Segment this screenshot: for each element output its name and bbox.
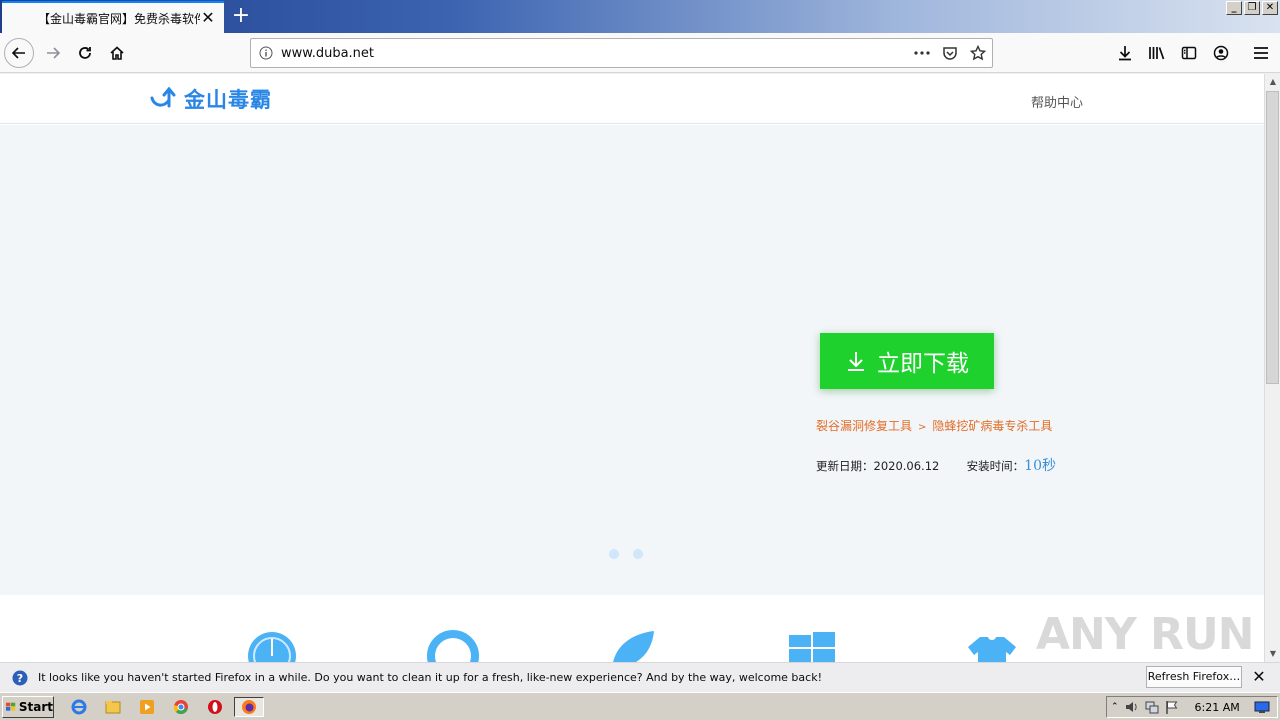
site-header: 金山毒霸 帮助中心 — [0, 74, 1264, 124]
window-controls: _ ❐ ✕ — [1226, 1, 1278, 15]
firefox-icon[interactable] — [234, 697, 264, 717]
minimize-button[interactable]: _ — [1226, 1, 1242, 15]
scroll-down-icon[interactable]: ▼ — [1265, 646, 1280, 662]
download-icon[interactable] — [1110, 38, 1140, 68]
url-bar[interactable]: www.duba.net — [250, 38, 993, 68]
update-label: 更新日期： — [816, 459, 874, 473]
start-label: Start — [18, 700, 53, 714]
vertical-scrollbar[interactable]: ▲ ▼ — [1264, 74, 1280, 662]
duba-logo-icon — [150, 86, 176, 108]
question-icon: ? — [12, 670, 28, 685]
update-date: 2020.06.12 — [873, 459, 940, 473]
shirt-icon — [968, 637, 1016, 662]
tab-strip: 【金山毒霸官网】免费杀毒软件|E ✕ + _ ❐ ✕ — [0, 0, 1280, 33]
browser-tab[interactable]: 【金山毒霸官网】免费杀毒软件|E ✕ — [2, 1, 224, 33]
radar-scan-icon — [248, 632, 296, 662]
tab-title: 【金山毒霸官网】免费杀毒软件|E — [38, 11, 200, 26]
notification-close-icon[interactable]: ✕ — [1250, 668, 1268, 686]
tool-sep: > — [918, 422, 927, 433]
tool-link-vuln-fix[interactable]: 裂谷漏洞修复工具 — [816, 419, 912, 433]
scroll-up-icon[interactable]: ▲ — [1265, 74, 1280, 90]
taskbar: Start ⌃ 6:21 AM — [0, 692, 1280, 720]
install-time: 10秒 — [1024, 458, 1056, 474]
windows-icon — [789, 632, 835, 662]
reload-icon — [79, 47, 91, 59]
tool-link-miner-kill[interactable]: 隐蜂挖矿病毒专杀工具 — [932, 419, 1052, 433]
network-icon[interactable] — [1145, 700, 1159, 714]
install-label: 安装时间： — [966, 459, 1025, 473]
home-icon — [110, 46, 124, 60]
refresh-notification-bar: ? It looks like you haven't started Fire… — [0, 662, 1280, 692]
more-icon[interactable] — [908, 41, 936, 65]
forward-arrow-icon — [47, 47, 61, 59]
explorer-icon[interactable] — [102, 697, 124, 717]
account-icon[interactable] — [1206, 38, 1236, 68]
release-meta: 更新日期：2020.06.12 安装时间：10秒 — [816, 455, 1056, 475]
svg-text:?: ? — [17, 672, 23, 685]
site-info-icon[interactable] — [259, 46, 273, 60]
tool-links: 裂谷漏洞修复工具 > 隐蜂挖矿病毒专杀工具 — [816, 417, 1052, 434]
bookmark-star-icon[interactable] — [964, 41, 992, 65]
ie-icon[interactable] — [68, 697, 90, 717]
download-now-button[interactable]: 立即下载 — [820, 333, 994, 389]
tab-close-icon[interactable]: ✕ — [200, 10, 216, 26]
back-button[interactable] — [4, 38, 34, 68]
watermark-text: ANY RUN — [1036, 609, 1254, 660]
leaf-icon — [613, 631, 654, 662]
home-button[interactable] — [102, 38, 132, 68]
close-window-button[interactable]: ✕ — [1262, 1, 1278, 15]
media-player-icon[interactable] — [136, 697, 158, 717]
windows-flag-icon — [6, 702, 16, 711]
system-tray: ⌃ 6:21 AM — [1106, 696, 1278, 718]
clock: 6:21 AM — [1194, 700, 1240, 714]
url-text[interactable]: www.duba.net — [281, 46, 908, 61]
help-center-link[interactable]: 帮助中心 — [1031, 92, 1083, 111]
tray-expand-icon[interactable]: ⌃ — [1111, 702, 1119, 712]
slider-dot[interactable] — [633, 549, 643, 559]
download-arrow-icon — [848, 352, 864, 371]
action-center-flag-icon[interactable] — [1165, 700, 1179, 714]
show-desktop-icon[interactable] — [1254, 700, 1270, 714]
start-button[interactable]: Start — [2, 696, 54, 718]
menu-icon[interactable] — [1246, 38, 1276, 68]
pocket-icon[interactable] — [936, 41, 964, 65]
reload-button[interactable] — [70, 38, 100, 68]
hero-banner: 立即下载 裂谷漏洞修复工具 > 隐蜂挖矿病毒专杀工具 更新日期：2020.06.12… — [0, 125, 1264, 595]
anyrun-watermark: ANY RUN — [1036, 609, 1254, 660]
page-content: 金山毒霸 帮助中心 立即下载 裂谷漏洞修复工具 > 隐蜂挖矿病毒专杀工具 更新日期：… — [0, 74, 1264, 662]
scroll-thumb[interactable] — [1266, 91, 1279, 384]
slider-dot[interactable] — [609, 549, 619, 559]
forward-button[interactable] — [38, 38, 68, 68]
library-icon[interactable] — [1142, 38, 1172, 68]
new-tab-button[interactable]: + — [228, 4, 254, 28]
chrome-icon[interactable] — [170, 697, 192, 717]
refresh-firefox-button[interactable]: Refresh Firefox… — [1146, 666, 1242, 688]
sidebar-icon[interactable] — [1174, 38, 1204, 68]
slider-dots — [609, 549, 643, 559]
site-logo[interactable]: 金山毒霸 — [150, 84, 272, 114]
back-arrow-icon — [11, 47, 25, 59]
navigation-bar: www.duba.net — [0, 33, 1280, 73]
download-label: 立即下载 — [877, 351, 969, 377]
opera-icon[interactable] — [204, 697, 226, 717]
volume-icon[interactable] — [1125, 700, 1139, 714]
logo-text: 金山毒霸 — [184, 88, 272, 112]
ring-icon — [427, 630, 479, 662]
notification-text: It looks like you haven't started Firefo… — [38, 671, 822, 684]
restore-button[interactable]: ❐ — [1244, 1, 1260, 15]
